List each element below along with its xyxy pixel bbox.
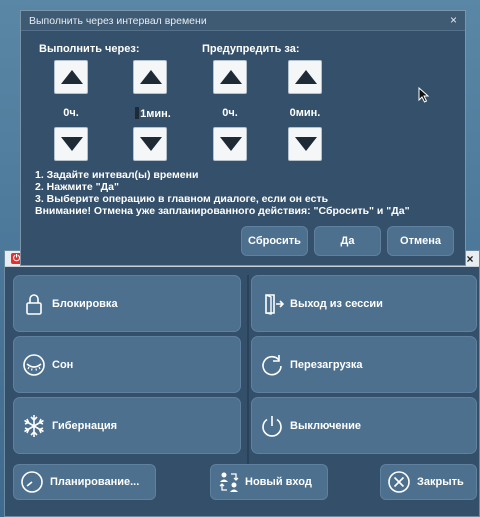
execute-minutes-value: 1мин. bbox=[140, 108, 171, 120]
instructions-text: 1. Задайте интевал(ы) времени 2. Нажмите… bbox=[35, 169, 410, 217]
schedule-label: Планирование... bbox=[50, 476, 140, 488]
lock-icon bbox=[26, 293, 42, 315]
logoff-icon bbox=[265, 293, 284, 315]
interval-dialog: Выполнить через интервал времени × Выпол… bbox=[20, 10, 466, 266]
power-options-window: ⏻ × Блокировка Выход из сессии Сон Перез… bbox=[4, 250, 480, 517]
arrow-up-icon bbox=[295, 70, 317, 84]
close-label: Закрыть bbox=[417, 476, 464, 488]
lock-label: Блокировка bbox=[52, 297, 118, 310]
lock-button[interactable]: Блокировка bbox=[13, 275, 241, 332]
sleep-button[interactable]: Сон bbox=[13, 336, 241, 393]
warn-hours-value: 0ч. bbox=[222, 107, 238, 119]
execute-minutes-field[interactable]: 1мин. bbox=[131, 107, 175, 120]
shutdown-label: Выключение bbox=[290, 419, 361, 432]
text-cursor bbox=[135, 107, 140, 119]
arrow-down-icon bbox=[220, 137, 242, 151]
hibernate-label: Гибернация bbox=[52, 419, 118, 432]
sleep-eye-icon bbox=[23, 353, 45, 376]
execute-minutes-up-button[interactable] bbox=[133, 60, 167, 94]
warn-minutes-value: 0мин. bbox=[289, 107, 321, 119]
arrow-up-icon bbox=[61, 70, 83, 84]
execute-hours-value: 0ч. bbox=[63, 107, 79, 119]
dialog-close-button[interactable]: × bbox=[450, 13, 457, 27]
yes-button[interactable]: Да bbox=[314, 226, 381, 256]
new-login-button[interactable]: Новый вход bbox=[210, 464, 328, 500]
restart-icon bbox=[262, 354, 282, 375]
warning-line: Внимание! Отмена уже запланированного де… bbox=[35, 205, 410, 217]
schedule-button[interactable]: Планирование... bbox=[13, 464, 156, 500]
arrow-down-icon bbox=[61, 137, 83, 151]
warn-hours-up-button[interactable] bbox=[213, 60, 247, 94]
switch-user-icon bbox=[219, 472, 239, 492]
warn-before-label: Предупредить за: bbox=[202, 43, 300, 55]
hibernate-button[interactable]: Гибернация bbox=[13, 397, 241, 454]
execute-hours-up-button[interactable] bbox=[54, 60, 88, 94]
warn-minutes-up-button[interactable] bbox=[288, 60, 322, 94]
snowflake-icon bbox=[24, 414, 44, 437]
new-login-label: Новый вход bbox=[245, 476, 312, 488]
execute-hours-down-button[interactable] bbox=[54, 127, 88, 161]
instruction-line: 3. Выберите операцию в главном диалоге, … bbox=[35, 193, 329, 205]
power-icon bbox=[262, 415, 282, 437]
dialog-title: Выполнить через интервал времени bbox=[29, 15, 207, 27]
instruction-line: 2. Нажмите "Да" bbox=[35, 181, 119, 193]
warn-minutes-down-button[interactable] bbox=[288, 127, 322, 161]
arrow-down-icon bbox=[140, 137, 162, 151]
restart-button[interactable]: Перезагрузка bbox=[251, 336, 477, 393]
execute-after-label: Выполнить через: bbox=[39, 43, 140, 55]
tile-divider bbox=[247, 275, 249, 491]
dialog-titlebar: Выполнить через интервал времени × bbox=[21, 11, 465, 31]
cancel-button[interactable]: Отмена bbox=[387, 226, 454, 256]
restart-label: Перезагрузка bbox=[290, 358, 363, 371]
arrow-up-icon bbox=[220, 70, 242, 84]
instruction-line: 1. Задайте интевал(ы) времени bbox=[35, 169, 199, 181]
mouse-pointer-icon bbox=[418, 87, 430, 103]
close-circle-icon bbox=[388, 471, 410, 493]
clock-icon bbox=[21, 471, 43, 493]
arrow-down-icon bbox=[295, 137, 317, 151]
shutdown-button[interactable]: Выключение bbox=[251, 397, 477, 454]
close-button[interactable]: Закрыть bbox=[380, 464, 477, 500]
execute-minutes-down-button[interactable] bbox=[133, 127, 167, 161]
reset-button[interactable]: Сбросить bbox=[241, 226, 308, 256]
warn-hours-down-button[interactable] bbox=[213, 127, 247, 161]
logoff-label: Выход из сессии bbox=[290, 297, 383, 310]
logoff-button[interactable]: Выход из сессии bbox=[251, 275, 477, 332]
sleep-label: Сон bbox=[52, 358, 74, 371]
arrow-up-icon bbox=[140, 70, 162, 84]
